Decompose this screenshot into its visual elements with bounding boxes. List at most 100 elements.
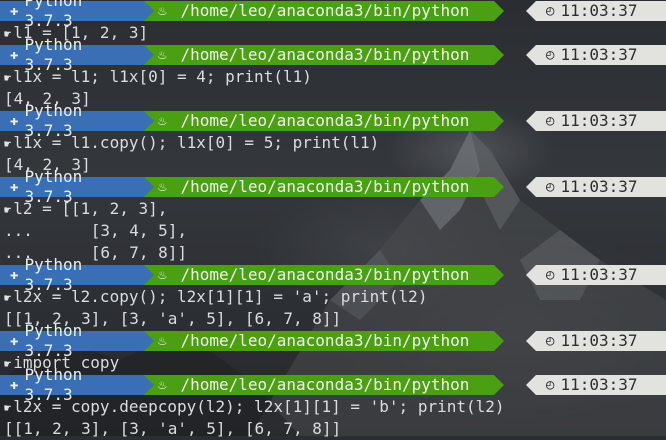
input-text: l2x = l2.copy(); l2x[1][1] = 'a'; print(… [13, 287, 428, 306]
time-segment: ◴ 11:03:37 [526, 177, 666, 197]
segment-separator [526, 177, 536, 197]
python-version-segment: ✚ Python 3.7.3 [0, 0, 154, 30]
flame-icon: ♨ [158, 377, 167, 393]
interpreter-path-segment: ♨ /home/leo/anaconda3/bin/python [144, 331, 504, 351]
time-segment: ◴ 11:03:37 [526, 1, 666, 21]
hand-pointer-icon: ☛ [4, 291, 12, 305]
input-line[interactable]: ☛ l2x = l2.copy(); l2x[1][1] = 'a'; print… [0, 286, 666, 308]
clock-icon: ◴ [546, 377, 555, 393]
hand-pointer-icon: ☛ [4, 203, 12, 217]
flame-icon: ♨ [158, 333, 167, 349]
flame-icon: ♨ [158, 179, 167, 195]
python-version-segment: ✚ Python 3.7.3 [0, 167, 154, 206]
interpreter-path-label: /home/leo/anaconda3/bin/python [180, 1, 470, 20]
segment-separator [144, 177, 154, 197]
prompt-bar: ✚ Python 3.7.3 ♨ /home/leo/anaconda3/bin/py… [0, 35, 666, 74]
interpreter-path-label: /home/leo/anaconda3/bin/python [180, 375, 470, 394]
time-label: 11:03:37 [560, 331, 638, 350]
input-text: l1x = l1; l1x[0] = 4; print(l1) [13, 67, 312, 86]
interpreter-path-label: /home/leo/anaconda3/bin/python [180, 265, 470, 284]
input-line[interactable]: ☛ l2 = [[1, 2, 3], [0, 198, 666, 220]
time-label: 11:03:37 [560, 111, 638, 130]
input-line[interactable]: ☛ l1x = l1; l1x[0] = 4; print(l1) [0, 66, 666, 88]
segment-separator [144, 375, 154, 395]
python-icon: ✚ [10, 333, 19, 349]
time-label: 11:03:37 [560, 45, 638, 64]
python-version-segment: ✚ Python 3.7.3 [0, 101, 154, 140]
interpreter-path-segment: ♨ /home/leo/anaconda3/bin/python [144, 265, 504, 285]
segment-separator [144, 111, 154, 131]
segment-separator [494, 45, 504, 65]
flame-icon: ♨ [158, 113, 167, 129]
interpreter-path-label: /home/leo/anaconda3/bin/python [180, 45, 470, 64]
python-icon: ✚ [10, 267, 19, 283]
flame-icon: ♨ [158, 267, 167, 283]
segment-separator [494, 111, 504, 131]
interpreter-path-segment: ♨ /home/leo/anaconda3/bin/python [144, 111, 504, 131]
input-line[interactable]: ☛ l2x = copy.deepcopy(l2); l2x[1][1] = 'b… [0, 396, 666, 418]
time-segment: ◴ 11:03:37 [526, 111, 666, 131]
prompt-bar: ✚ Python 3.7.3 ♨ /home/leo/anaconda3/bin/py… [0, 0, 666, 30]
clock-icon: ◴ [546, 3, 555, 19]
segment-separator [494, 177, 504, 197]
interpreter-path-segment: ♨ /home/leo/anaconda3/bin/python [144, 45, 504, 65]
prompt-bar: ✚ Python 3.7.3 ♨ /home/leo/anaconda3/bin/py… [0, 365, 666, 404]
segment-separator [526, 45, 536, 65]
python-version-segment: ✚ Python 3.7.3 [0, 365, 154, 404]
segment-separator [526, 265, 536, 285]
clock-icon: ◴ [546, 333, 555, 349]
input-line[interactable]: ☛ l1x = l1.copy(); l1x[0] = 5; print(l1) [0, 132, 666, 154]
time-segment: ◴ 11:03:37 [526, 45, 666, 65]
python-icon: ✚ [10, 377, 19, 393]
python-icon: ✚ [10, 3, 19, 19]
python-version-segment: ✚ Python 3.7.3 [0, 321, 154, 360]
flame-icon: ♨ [158, 3, 167, 19]
python-icon: ✚ [10, 179, 19, 195]
input-text: ... [3, 4, 5], [4, 221, 188, 240]
time-segment: ◴ 11:03:37 [526, 331, 666, 351]
clock-icon: ◴ [546, 47, 555, 63]
flame-icon: ♨ [158, 47, 167, 63]
terminal-window[interactable]: ✚ Python 3.7.3 ♨/home/leo/anaconda3/bin/py… [0, 0, 666, 440]
segment-separator [494, 1, 504, 21]
segment-separator [526, 111, 536, 131]
segment-separator [526, 375, 536, 395]
interpreter-path-segment: ♨ /home/leo/anaconda3/bin/python [144, 1, 504, 21]
prompt-bar: ✚ Python 3.7.3 ♨ /home/leo/anaconda3/bin/py… [0, 321, 666, 360]
time-label: 11:03:37 [560, 177, 638, 196]
segment-separator [144, 331, 154, 351]
interpreter-path-segment: ♨ /home/leo/anaconda3/bin/python [144, 375, 504, 395]
input-text: l1x = l1.copy(); l1x[0] = 5; print(l1) [13, 133, 380, 152]
hand-pointer-icon: ☛ [4, 137, 12, 151]
interpreter-path-label: /home/leo/anaconda3/bin/python [180, 177, 470, 196]
hand-pointer-icon: ☛ [4, 401, 12, 415]
python-version-segment: ✚ Python 3.7.3 [0, 255, 154, 294]
python-icon: ✚ [10, 47, 19, 63]
time-segment: ◴ 11:03:37 [526, 265, 666, 285]
time-label: 11:03:37 [560, 1, 638, 20]
segment-separator [494, 331, 504, 351]
input-text: l2 = [[1, 2, 3], [13, 199, 168, 218]
interpreter-path-label: /home/leo/anaconda3/bin/python [180, 111, 470, 130]
prompt-bar: ✚ Python 3.7.3 ♨ /home/leo/anaconda3/bin/py… [0, 255, 666, 294]
time-label: 11:03:37 [560, 265, 638, 284]
clock-icon: ◴ [546, 267, 555, 283]
output-line: [[1, 2, 3], [3, 'a', 5], [6, 7, 8]] [4, 419, 342, 438]
interpreter-path-segment: ♨ /home/leo/anaconda3/bin/python [144, 177, 504, 197]
clock-icon: ◴ [546, 113, 555, 129]
segment-separator [144, 265, 154, 285]
hand-pointer-icon: ☛ [4, 27, 12, 41]
segment-separator [526, 1, 536, 21]
segment-separator [494, 265, 504, 285]
hand-pointer-icon: ☛ [4, 357, 12, 371]
segment-separator [494, 375, 504, 395]
segment-separator [526, 331, 536, 351]
time-label: 11:03:37 [560, 375, 638, 394]
interpreter-path-label: /home/leo/anaconda3/bin/python [180, 331, 470, 350]
time-segment: ◴ 11:03:37 [526, 375, 666, 395]
hand-pointer-icon: ☛ [4, 71, 12, 85]
input-text: l2x = copy.deepcopy(l2); l2x[1][1] = 'b'… [13, 397, 505, 416]
python-icon: ✚ [10, 113, 19, 129]
input-line[interactable]: ... [3, 4, 5], [0, 220, 666, 242]
segment-separator [144, 1, 154, 21]
